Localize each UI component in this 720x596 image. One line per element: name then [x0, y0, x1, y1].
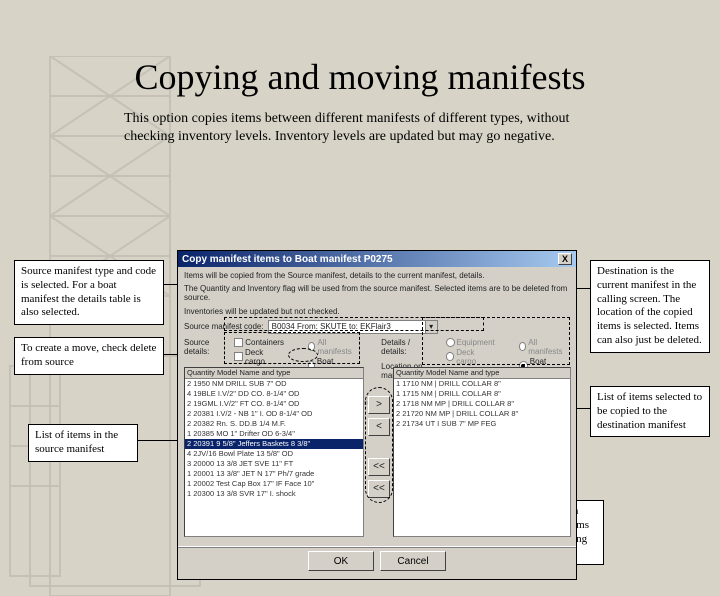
list-item[interactable]: 3 20000 13 3/8 JET SVE 11" FT: [185, 459, 363, 469]
source-code-value: B0034 From: SKUTE to: EKFlair3: [272, 322, 391, 331]
close-button[interactable]: X: [558, 253, 572, 265]
list-item[interactable]: 2 1950 NM DRILL SUB 7" OD: [185, 379, 363, 389]
instruction-text: Items will be copied from the Source man…: [184, 271, 570, 280]
move-up-button[interactable]: <<: [368, 458, 390, 476]
list-header: Quantity Model Name and type: [185, 368, 363, 379]
move-left-button[interactable]: <: [368, 418, 390, 436]
cancel-button[interactable]: Cancel: [380, 551, 446, 571]
check-containers[interactable]: Containers: [234, 338, 284, 347]
callout-create-move: To create a move, check delete from sour…: [14, 337, 164, 375]
chevron-down-icon: ▾: [425, 321, 437, 333]
list-item[interactable]: 2 1718 NM MP | DRILL COLLAR 8": [394, 399, 570, 409]
list-item[interactable]: 2 21720 NM MP | DRILL COLLAR 8": [394, 409, 570, 419]
list-item[interactable]: 4 2JV/16 Bowl Plate 13 5/8" OD: [185, 449, 363, 459]
callout-destination: Destination is the current manifest in t…: [590, 260, 710, 353]
radio-loc-equipment[interactable]: Equipment: [446, 338, 495, 347]
ok-button[interactable]: OK: [308, 551, 374, 571]
list-item[interactable]: 4 19BLE I.V/2" DD CO. 8-1/4" OD: [185, 389, 363, 399]
list-item[interactable]: 1 1710 NM | DRILL COLLAR 8": [394, 379, 570, 389]
list-item[interactable]: 1 1715 NM | DRILL COLLAR 8": [394, 389, 570, 399]
source-code-combo[interactable]: B0034 From: SKUTE to: EKFlair3 ▾: [268, 320, 438, 334]
list-item[interactable]: 1 20002 Test Cap Box 17" IF Face 10": [185, 479, 363, 489]
list-item[interactable]: 1 20385 MO 1" Drifter OD 6-3/4": [185, 429, 363, 439]
page-subtitle: This option copies items between differe…: [124, 110, 596, 146]
list-item[interactable]: 1 20001 13 3/8" JET N 17" Ph/7 grade: [185, 469, 363, 479]
instruction-text: Inventories will be updated but not chec…: [184, 307, 570, 316]
source-code-label: Source manifest code:: [184, 322, 264, 331]
source-listbox[interactable]: Quantity Model Name and type 2 1950 NM D…: [184, 367, 364, 537]
check-all[interactable]: All manifests: [308, 338, 353, 356]
move-right-button[interactable]: >: [368, 396, 390, 414]
dest-listbox[interactable]: Quantity Model Name and type 1 1710 NM |…: [393, 367, 571, 537]
callout-dest-list: List of items selected to be copied to t…: [590, 386, 710, 437]
list-item[interactable]: 1 20300 13 3/8 SVR 17" I. shock: [185, 489, 363, 499]
callout-source-manifest: Source manifest type and code is selecte…: [14, 260, 164, 325]
list-item[interactable]: 2 20382 Rn. S. DD.B 1/4 M.F.: [185, 419, 363, 429]
instruction-text: The Quantity and Inventory flag will be …: [184, 284, 570, 302]
list-item[interactable]: 2 20391 9 5/8" Jeffers Baskets 8 3/8": [185, 439, 363, 449]
source-details-label: Source details:: [184, 338, 216, 356]
move-down-button[interactable]: <<: [368, 480, 390, 498]
callout-source-list: List of items in the source manifest: [28, 424, 138, 462]
titlebar-text: Copy manifest items to Boat manifest P02…: [182, 254, 393, 265]
list-header: Quantity Model Name and type: [394, 368, 570, 379]
page-title: Copying and moving manifests: [0, 56, 720, 98]
list-item[interactable]: 2 20381 I.V/2 - NB 1" I. OD 8-1/4" OD: [185, 409, 363, 419]
radio-loc-deck[interactable]: Deck cargo: [446, 348, 495, 366]
list-item[interactable]: 2 19GML I.V/2" FT CO. 8-1/4" OD: [185, 399, 363, 409]
list-item[interactable]: 2 21734 UT I SUB 7" MP FEG: [394, 419, 570, 429]
details-label: Details / details:: [381, 338, 427, 356]
titlebar: Copy manifest items to Boat manifest P02…: [178, 251, 576, 267]
radio-loc-all[interactable]: All manifests: [519, 338, 564, 356]
dialog-copy-manifest: Copy manifest items to Boat manifest P02…: [177, 250, 577, 580]
check-deck[interactable]: Deck cargo: [234, 348, 284, 366]
